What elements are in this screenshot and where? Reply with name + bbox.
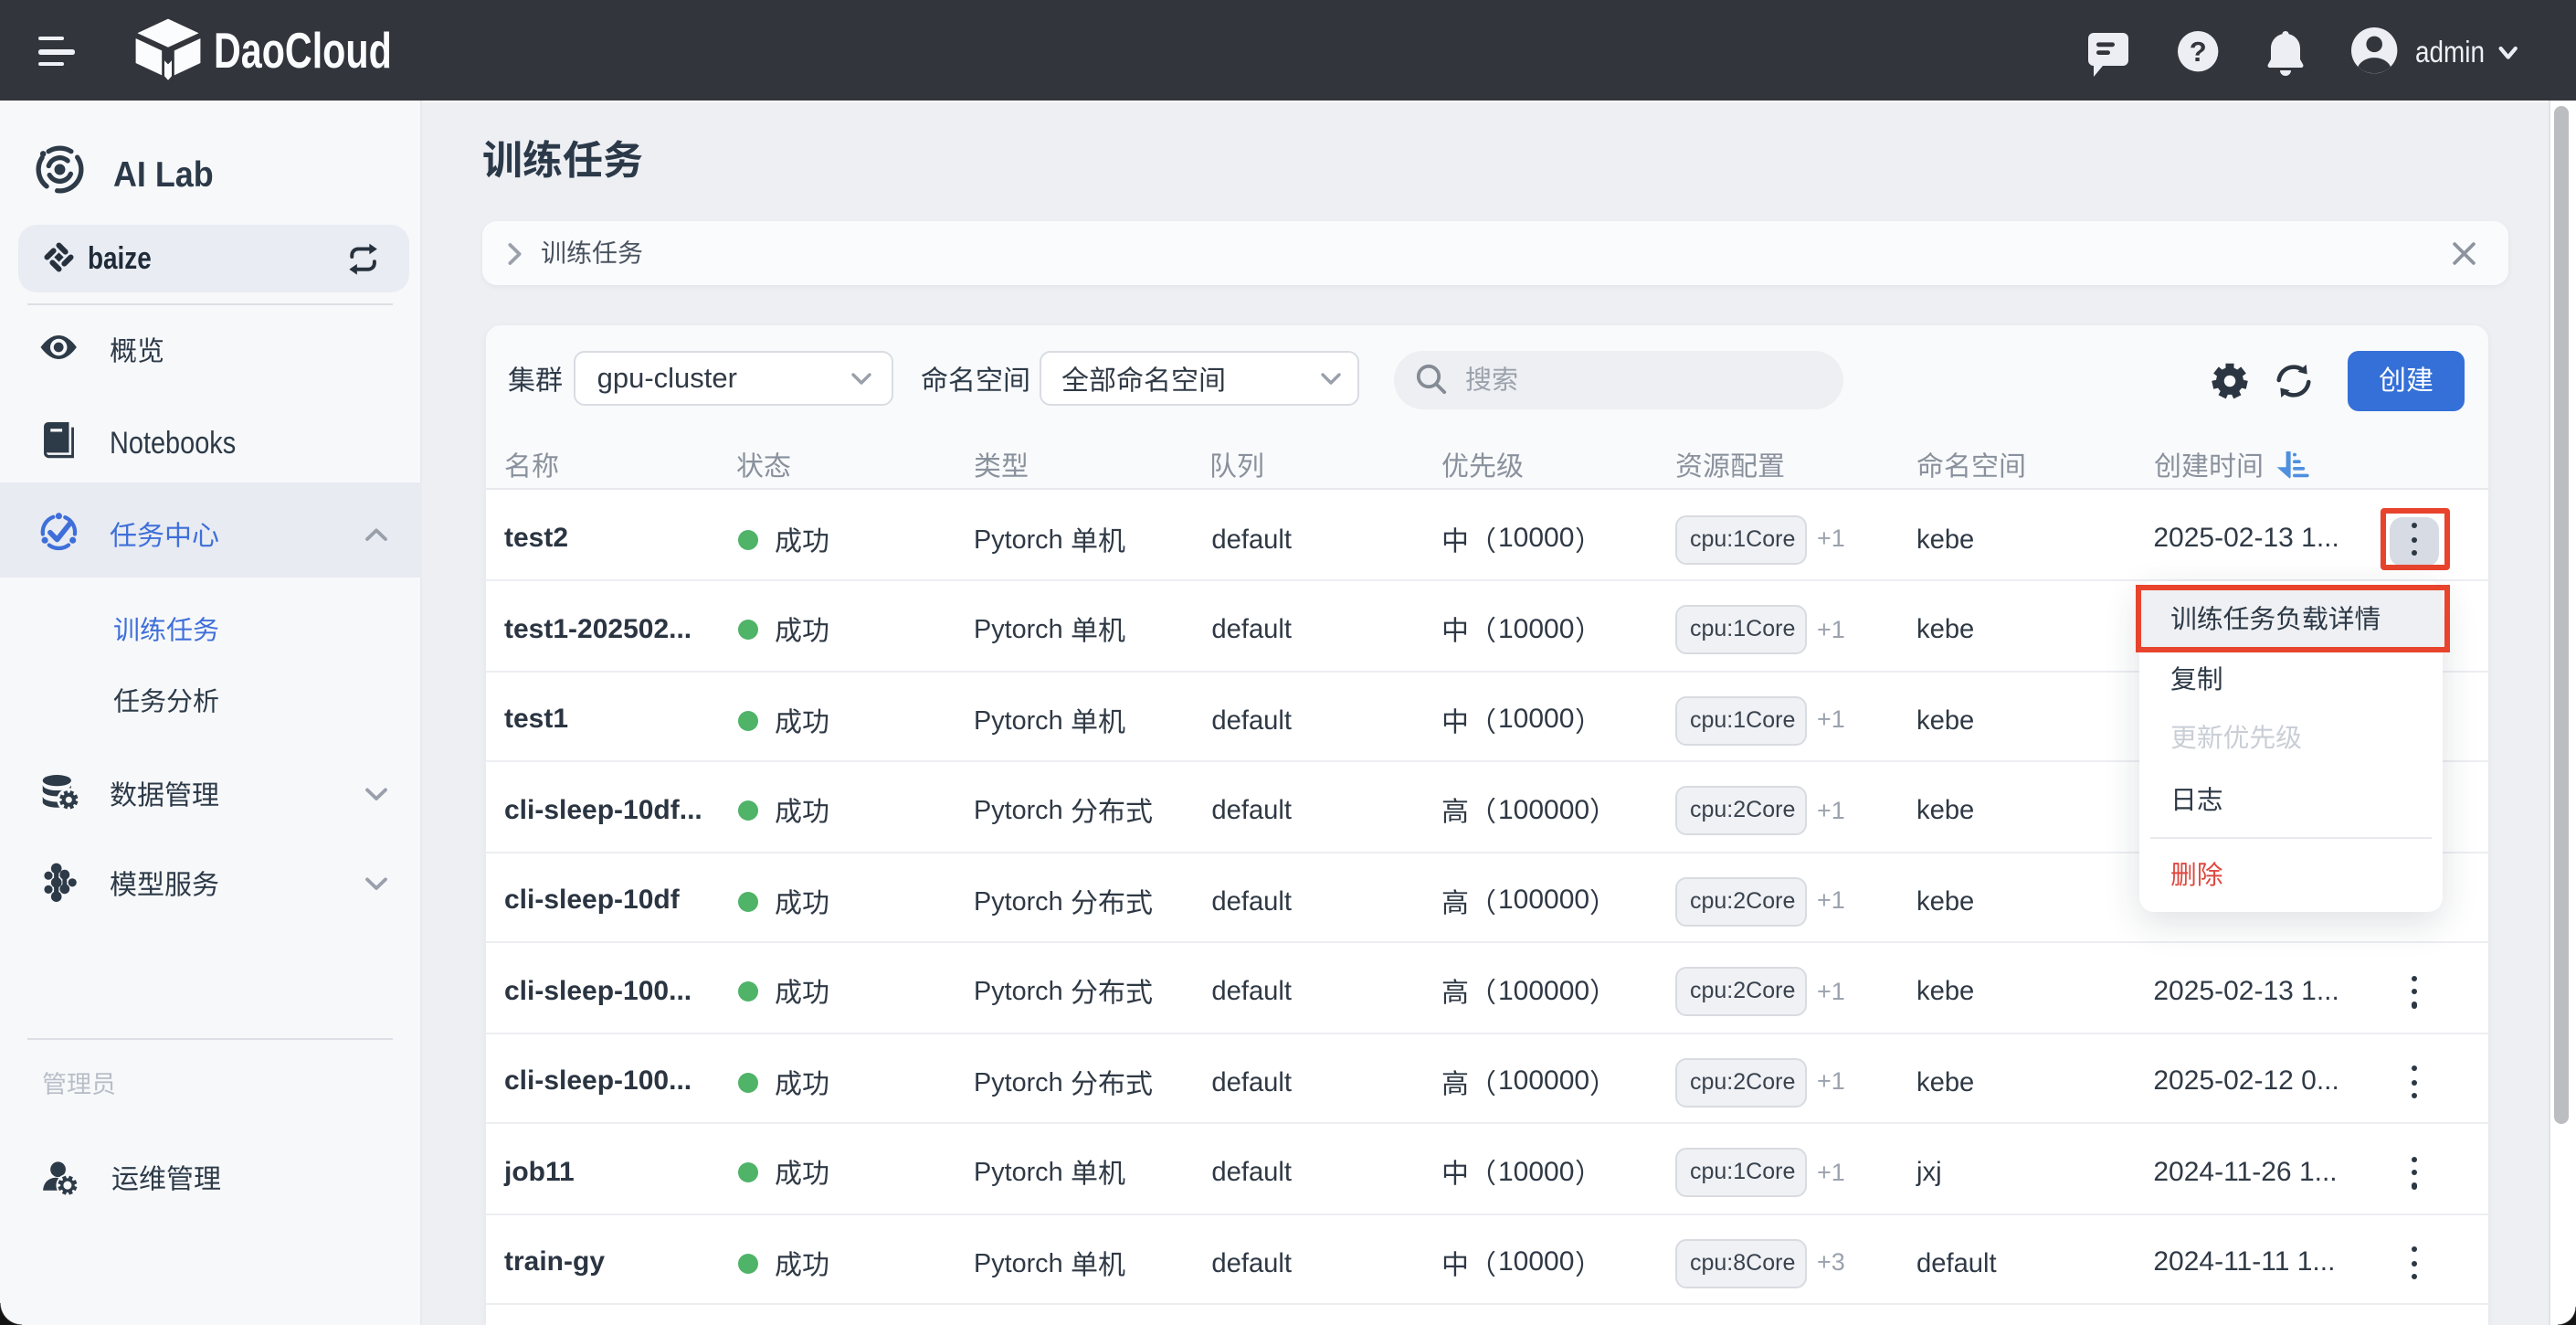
svg-text:?: ? bbox=[2189, 36, 2206, 68]
